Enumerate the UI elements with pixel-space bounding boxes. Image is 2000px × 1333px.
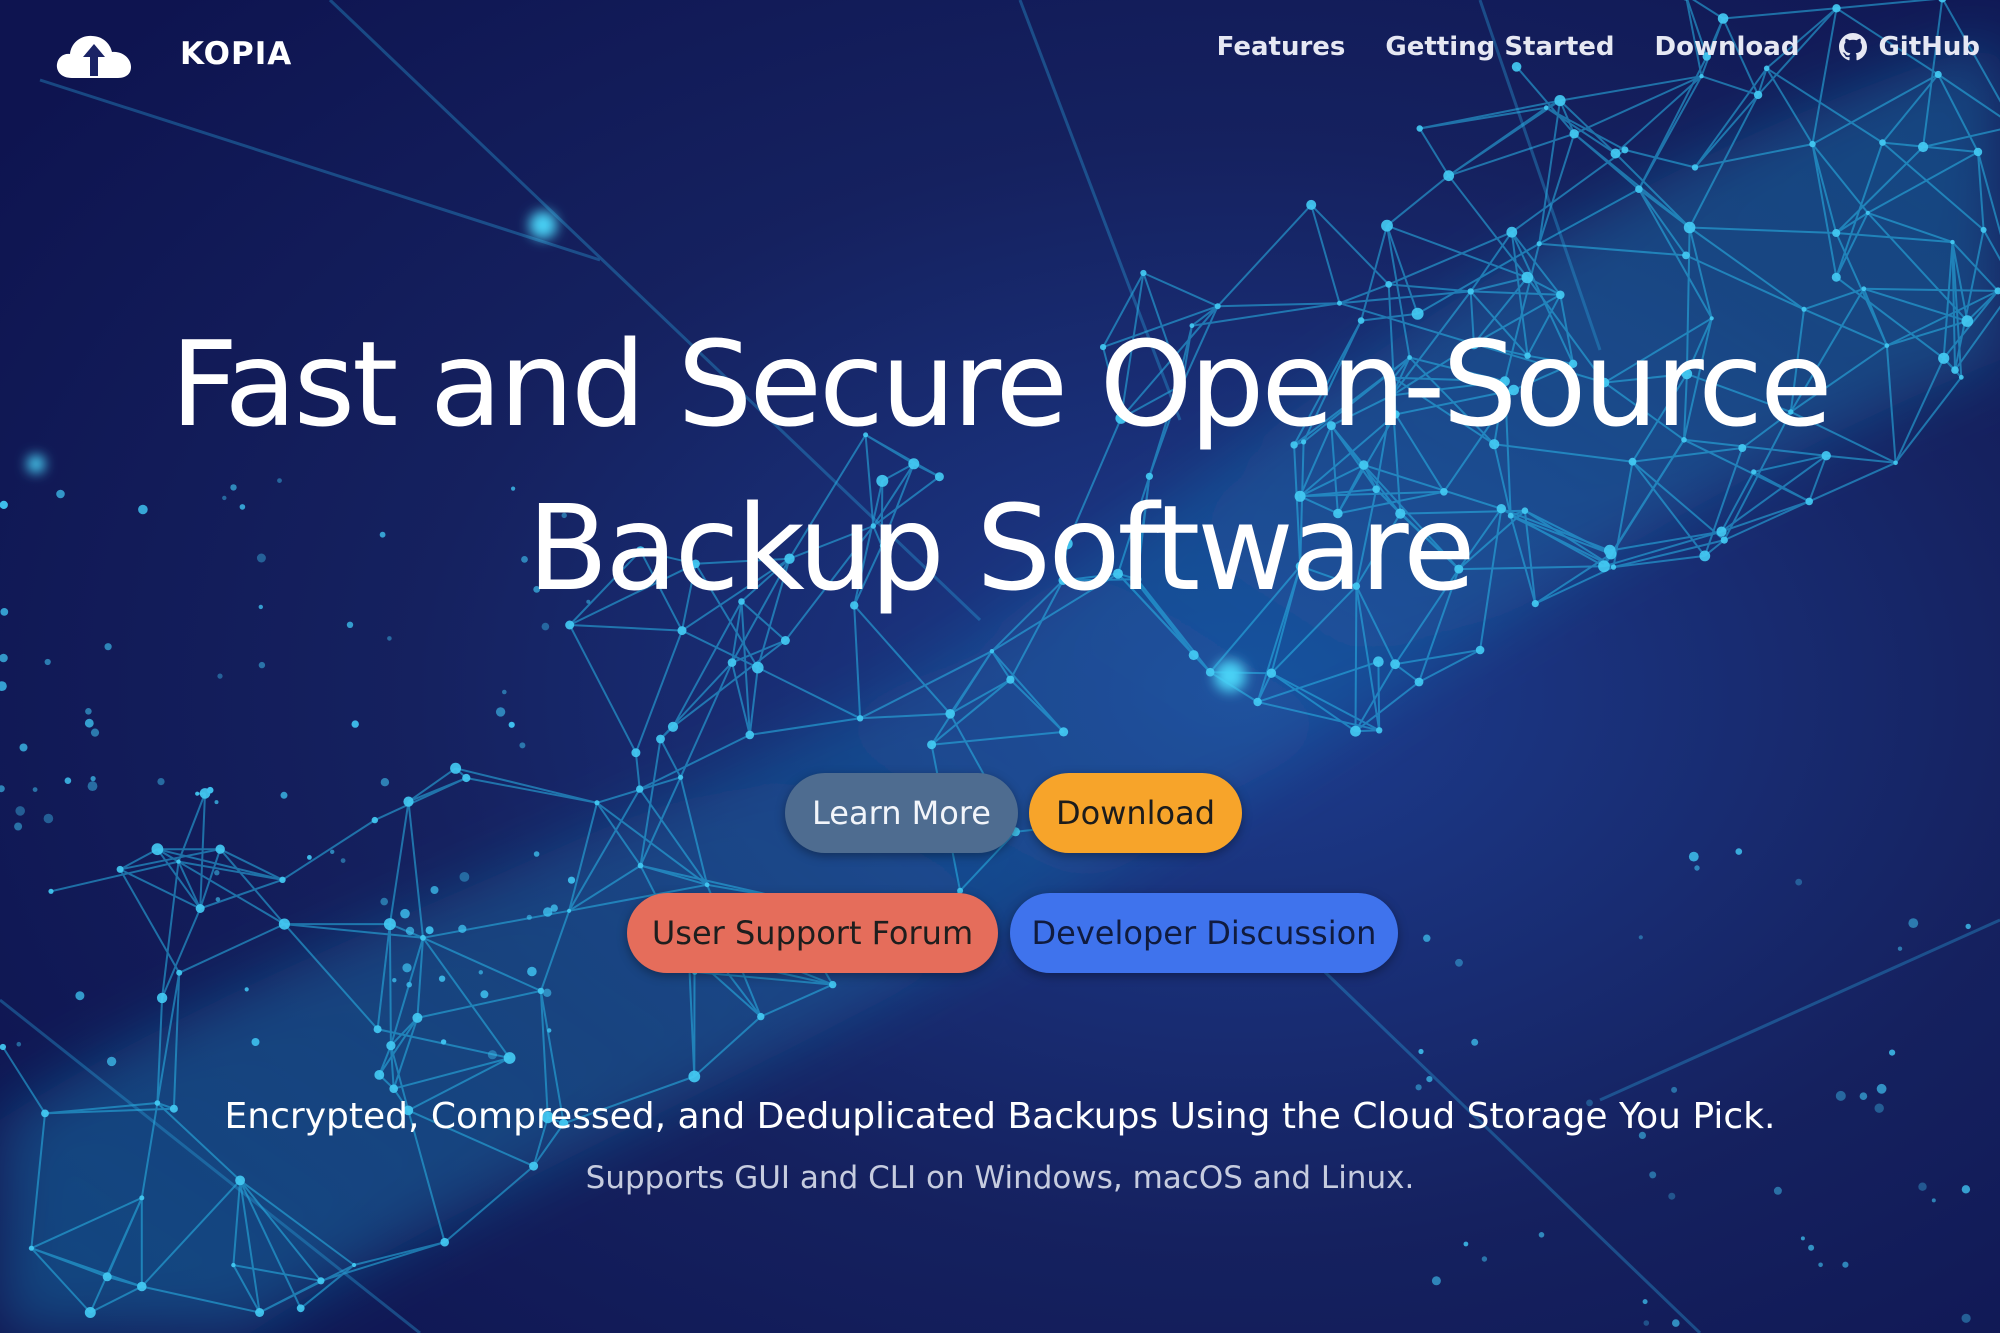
hero-subtagline: Supports GUI and CLI on Windows, macOS a… bbox=[585, 1160, 1415, 1196]
user-support-forum-button[interactable]: User Support Forum bbox=[627, 893, 998, 973]
hero-title-line2: Backup Software bbox=[527, 479, 1475, 617]
nav-link-getting-started[interactable]: Getting Started bbox=[1385, 32, 1614, 62]
brand-name: KOPIA bbox=[180, 36, 293, 72]
nav-link-features[interactable]: Features bbox=[1217, 32, 1346, 62]
nav-link-github[interactable]: GitHub bbox=[1839, 32, 1980, 62]
github-icon bbox=[1839, 33, 1868, 61]
hero-title: Fast and Secure Open-Source Backup Softw… bbox=[0, 302, 2000, 630]
brand-logo-link[interactable]: KOPIA bbox=[54, 26, 292, 82]
hero-title-line1: Fast and Secure Open-Source bbox=[170, 315, 1832, 453]
developer-discussion-button[interactable]: Developer Discussion bbox=[1010, 893, 1398, 973]
learn-more-button[interactable]: Learn More bbox=[785, 773, 1018, 853]
hero-tagline: Encrypted, Compressed, and Deduplicated … bbox=[224, 1096, 1776, 1137]
nav-links: Features Getting Started Download GitHub bbox=[1217, 32, 1980, 62]
download-button[interactable]: Download bbox=[1029, 773, 1242, 853]
cloud-upload-icon bbox=[56, 35, 131, 78]
top-navbar: KOPIA Features Getting Started Download … bbox=[0, 0, 2000, 105]
nav-link-github-label: GitHub bbox=[1878, 32, 1980, 62]
nav-link-download[interactable]: Download bbox=[1655, 32, 1800, 62]
